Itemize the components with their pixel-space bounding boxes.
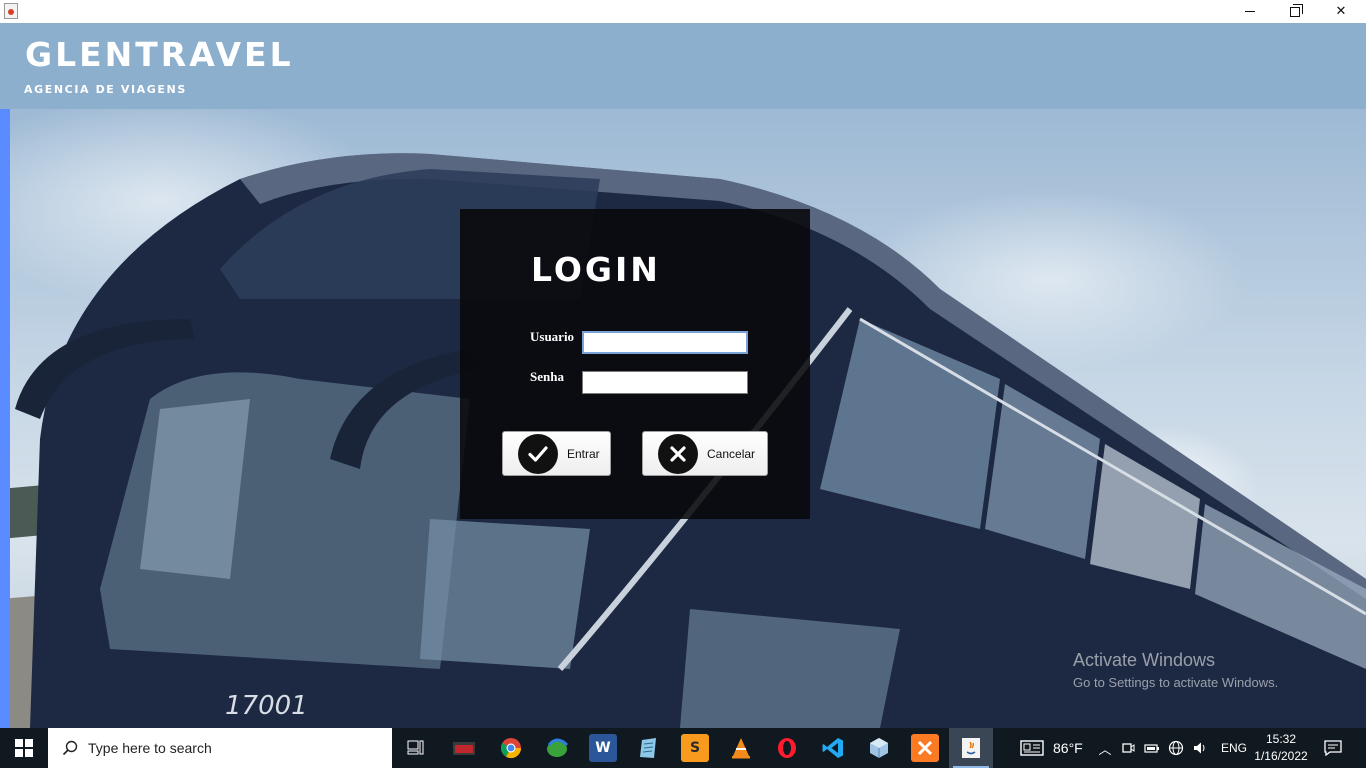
opera-icon[interactable] <box>773 734 801 762</box>
minimize-icon <box>1245 11 1255 12</box>
cancel-x-icon <box>658 433 698 474</box>
notification-icon <box>1324 740 1342 756</box>
password-label: Senha <box>530 369 564 384</box>
system-tray: ︿ ENG <box>1097 728 1247 768</box>
close-icon: ✕ <box>1335 4 1347 19</box>
cancel-button-label: Cancelar <box>707 446 756 461</box>
notification-center-button[interactable] <box>1324 728 1342 768</box>
left-accent-strip <box>0 109 10 728</box>
close-button[interactable]: ✕ <box>1318 0 1364 23</box>
battery-icon[interactable] <box>1144 741 1160 755</box>
virtualbox-icon[interactable] <box>865 734 893 762</box>
enter-button-label: Entrar <box>567 446 600 461</box>
login-panel: LOGIN Usuario Senha Entrar Cancelar <box>460 209 810 519</box>
language-indicator[interactable]: ENG <box>1221 741 1247 755</box>
windows-logo-icon <box>15 739 33 757</box>
sublime-icon[interactable]: S <box>681 734 709 762</box>
taskbar-search-box[interactable]: Type here to search <box>48 728 392 768</box>
weather-temperature: 86°F <box>1053 740 1083 756</box>
edge-legacy-icon[interactable] <box>543 734 571 762</box>
username-label: Usuario <box>530 329 575 344</box>
taskbar: Type here to search W S 86°F ︿ ENG 15:32… <box>0 728 1366 768</box>
java-icon[interactable] <box>957 734 985 762</box>
background-photo: 17001 LOGIN Usuario Senha Entrar Cancela… <box>0 109 1366 728</box>
watermark-line2: Go to Settings to activate Windows. <box>1073 675 1279 690</box>
cancel-button[interactable]: Cancelar <box>642 431 768 476</box>
app-header: GLENTRAVEL AGENCIA DE VIAGENS <box>0 23 1366 109</box>
vlc-icon[interactable] <box>727 734 755 762</box>
restore-button[interactable] <box>1272 0 1318 23</box>
enter-button[interactable]: Entrar <box>502 431 611 476</box>
search-placeholder: Type here to search <box>88 740 212 756</box>
chevron-up-icon[interactable]: ︿ <box>1097 739 1113 758</box>
start-button[interactable] <box>0 728 48 768</box>
password-field[interactable] <box>582 371 748 394</box>
news-weather-icon <box>1020 740 1044 756</box>
task-view-icon[interactable] <box>402 734 430 762</box>
brand-tagline: AGENCIA DE VIAGENS <box>24 83 187 96</box>
username-field[interactable] <box>582 331 748 354</box>
clock-time: 15:32 <box>1265 732 1297 746</box>
meet-now-icon[interactable] <box>1121 740 1135 756</box>
activate-windows-watermark: Activate Windows Go to Settings to activ… <box>1073 650 1278 690</box>
file-app-icon[interactable] <box>450 734 478 762</box>
weather-widget[interactable]: 86°F <box>1020 728 1083 768</box>
search-icon <box>62 740 78 756</box>
minimize-button[interactable] <box>1227 0 1273 23</box>
notepad-icon[interactable] <box>635 734 663 762</box>
window-titlebar: ✕ <box>0 0 1366 23</box>
word-icon[interactable]: W <box>589 734 617 762</box>
svg-text:17001: 17001 <box>225 691 308 721</box>
login-title: LOGIN <box>531 250 661 289</box>
network-globe-icon[interactable] <box>1168 740 1184 756</box>
brand-title: GLENTRAVEL <box>25 35 294 74</box>
java-app-icon <box>4 3 18 19</box>
xampp-icon[interactable] <box>911 734 939 762</box>
chrome-icon[interactable] <box>497 734 525 762</box>
volume-icon[interactable] <box>1192 740 1208 756</box>
checkmark-icon <box>518 433 558 474</box>
clock-date: 1/16/2022 <box>1254 749 1308 763</box>
watermark-line1: Activate Windows <box>1073 650 1216 670</box>
clock[interactable]: 15:32 1/16/2022 <box>1252 731 1310 765</box>
vscode-icon[interactable] <box>819 734 847 762</box>
restore-icon <box>1290 3 1303 17</box>
